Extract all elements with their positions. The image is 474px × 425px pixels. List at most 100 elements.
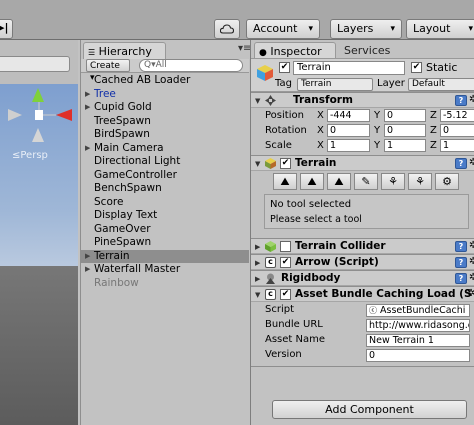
gear-icon[interactable]: ✲ — [469, 255, 474, 269]
expand-icon[interactable]: ▼ — [255, 157, 260, 171]
rotation-axis-label[interactable]: Z — [430, 125, 437, 136]
asset-bundle-header[interactable]: ▼ c ✔ Asset Bundle Caching Load (S ✲ — [251, 286, 474, 302]
hierarchy-item[interactable]: ▶ Cupid Gold — [81, 101, 249, 115]
expand-icon[interactable]: ▼ — [255, 94, 260, 108]
place-trees-icon[interactable]: ⚘ — [381, 173, 405, 190]
hierarchy-item[interactable]: BirdSpawn — [81, 128, 249, 142]
terrain-collider-checkbox[interactable] — [280, 241, 291, 252]
expand-icon[interactable]: ▼ — [255, 288, 260, 302]
tab-inspector[interactable]: ● Inspector — [254, 42, 336, 59]
position-axis-label[interactable]: Z — [430, 110, 437, 121]
position-z-field[interactable]: -5.12 — [440, 109, 474, 122]
help-icon[interactable]: ? — [455, 257, 467, 268]
hierarchy-item[interactable]: GameOver — [81, 223, 249, 237]
tag-dropdown[interactable]: Terrain — [297, 78, 373, 91]
hierarchy-item[interactable]: Cached AB Loader — [81, 74, 249, 88]
hierarchy-item[interactable]: ▶ Tree — [81, 88, 249, 102]
hierarchy-item[interactable]: Display Text — [81, 209, 249, 223]
rotation-axis-label[interactable]: X — [317, 125, 324, 136]
persp-label[interactable]: ≤Persp — [12, 150, 48, 161]
scale-axis-label[interactable]: X — [317, 140, 324, 151]
help-icon[interactable]: ? — [455, 95, 467, 106]
scene-view[interactable]: ≤Persp — [0, 40, 78, 425]
hierarchy-item[interactable]: BenchSpawn — [81, 182, 249, 196]
asset-name-field[interactable]: New Terrain 1 — [366, 334, 470, 347]
help-icon[interactable]: ? — [455, 273, 467, 284]
tab-services[interactable]: Services — [344, 44, 390, 57]
hierarchy-item[interactable]: TreeSpawn — [81, 115, 249, 129]
hierarchy-item[interactable]: ▶ Waterfall Master — [81, 263, 249, 277]
rigidbody-header[interactable]: ▶ Rigidbody ? ✲ — [251, 270, 474, 286]
add-component-button[interactable]: Add Component — [272, 400, 467, 419]
position-axis-label[interactable]: Y — [374, 110, 380, 121]
gear-icon[interactable]: ✲ — [469, 93, 474, 107]
expand-icon[interactable]: ▶ — [85, 142, 90, 156]
gear-icon[interactable]: ✲ — [467, 287, 474, 301]
expand-icon[interactable]: ▶ — [85, 250, 90, 264]
arrow-script-checkbox[interactable]: ✔ — [280, 257, 291, 268]
account-dropdown[interactable]: Account ▾ — [246, 19, 320, 39]
scale-label[interactable]: Scale — [265, 140, 292, 151]
expand-icon[interactable]: ▶ — [255, 272, 260, 286]
active-checkbox[interactable]: ✔ — [279, 62, 290, 73]
scale-z-field[interactable]: 1 — [440, 139, 474, 152]
scale-y-field[interactable]: 1 — [384, 139, 426, 152]
rotation-y-field[interactable]: 0 — [384, 124, 426, 137]
expand-icon[interactable]: ▶ — [85, 88, 90, 102]
gear-icon[interactable]: ✲ — [469, 239, 474, 253]
layers-dropdown[interactable]: Layers ▾ — [330, 19, 402, 39]
scene-gizmo-icon[interactable] — [4, 86, 74, 148]
paint-texture-icon[interactable]: ✎ — [354, 173, 378, 190]
terrain-enabled-checkbox[interactable]: ✔ — [280, 158, 291, 169]
settings-icon[interactable]: ⚙ — [435, 173, 459, 190]
layout-dropdown[interactable]: Layout ▾ — [406, 19, 474, 39]
terrain-collider-header[interactable]: ▶ Terrain Collider ? ✲ — [251, 238, 474, 254]
paint-height-icon[interactable]: ⛰ — [300, 173, 324, 190]
step-button[interactable]: ▸| — [0, 19, 13, 39]
raise-lower-icon[interactable]: ⛰ — [273, 173, 297, 190]
asset-bundle-checkbox[interactable]: ✔ — [280, 289, 291, 300]
layer-dropdown[interactable]: Default — [408, 78, 474, 91]
arrow-script-header[interactable]: ▶ c ✔ Arrow (Script) ? ✲ — [251, 254, 474, 270]
expand-icon[interactable]: ▶ — [255, 256, 260, 270]
hierarchy-item[interactable]: GameController — [81, 169, 249, 183]
scale-x-field[interactable]: 1 — [327, 139, 370, 152]
expand-icon[interactable]: ▶ — [85, 263, 90, 277]
rotation-x-field[interactable]: 0 — [327, 124, 370, 137]
position-y-field[interactable]: 0 — [384, 109, 426, 122]
scale-axis-label[interactable]: Y — [374, 140, 380, 151]
hierarchy-item[interactable]: PineSpawn — [81, 236, 249, 250]
help-icon[interactable]: ? — [455, 241, 467, 252]
terrain-header[interactable]: ▼ ✔ Terrain ? ✲ — [251, 155, 474, 171]
scene-toolbar[interactable] — [0, 56, 70, 72]
smooth-height-icon[interactable]: ⛰ — [327, 173, 351, 190]
hierarchy-item[interactable]: ▶ Terrain — [81, 249, 249, 264]
rotation-axis-label[interactable]: Y — [374, 125, 380, 136]
create-button[interactable]: Create ▾ — [86, 59, 130, 83]
object-name-field[interactable]: Terrain — [293, 61, 405, 75]
hierarchy-item[interactable]: Rainbow — [81, 277, 249, 291]
expand-icon[interactable]: ▶ — [85, 101, 90, 115]
position-label[interactable]: Position — [265, 110, 304, 121]
bundle-url-field[interactable]: http://www.ridasong.c — [366, 319, 470, 332]
script-field[interactable]: ⓒ AssetBundleCachi — [366, 304, 470, 317]
version-field[interactable]: 0 — [366, 349, 470, 362]
hierarchy-item[interactable]: ▶ Main Camera — [81, 142, 249, 156]
position-x-field[interactable]: -444 — [327, 109, 370, 122]
scale-axis-label[interactable]: Z — [430, 140, 437, 151]
expand-icon[interactable]: ▶ — [255, 240, 260, 254]
static-checkbox[interactable]: ✔ — [411, 62, 422, 73]
cloud-button[interactable] — [214, 19, 240, 39]
transform-header[interactable]: ▼ Transform ? ✲ — [251, 92, 474, 108]
rotation-label[interactable]: Rotation — [265, 125, 307, 136]
search-input[interactable]: Q▾All — [139, 59, 243, 72]
position-axis-label[interactable]: X — [317, 110, 324, 121]
paint-details-icon[interactable]: ⚘ — [408, 173, 432, 190]
help-icon[interactable]: ? — [455, 158, 467, 169]
gear-icon[interactable]: ✲ — [469, 156, 474, 170]
rotation-z-field[interactable]: 0 — [440, 124, 474, 137]
hierarchy-item[interactable]: Score — [81, 196, 249, 210]
gear-icon[interactable]: ✲ — [469, 271, 474, 285]
tab-hierarchy[interactable]: ☰ Hierarchy — [83, 42, 166, 60]
hierarchy-item[interactable]: Directional Light — [81, 155, 249, 169]
